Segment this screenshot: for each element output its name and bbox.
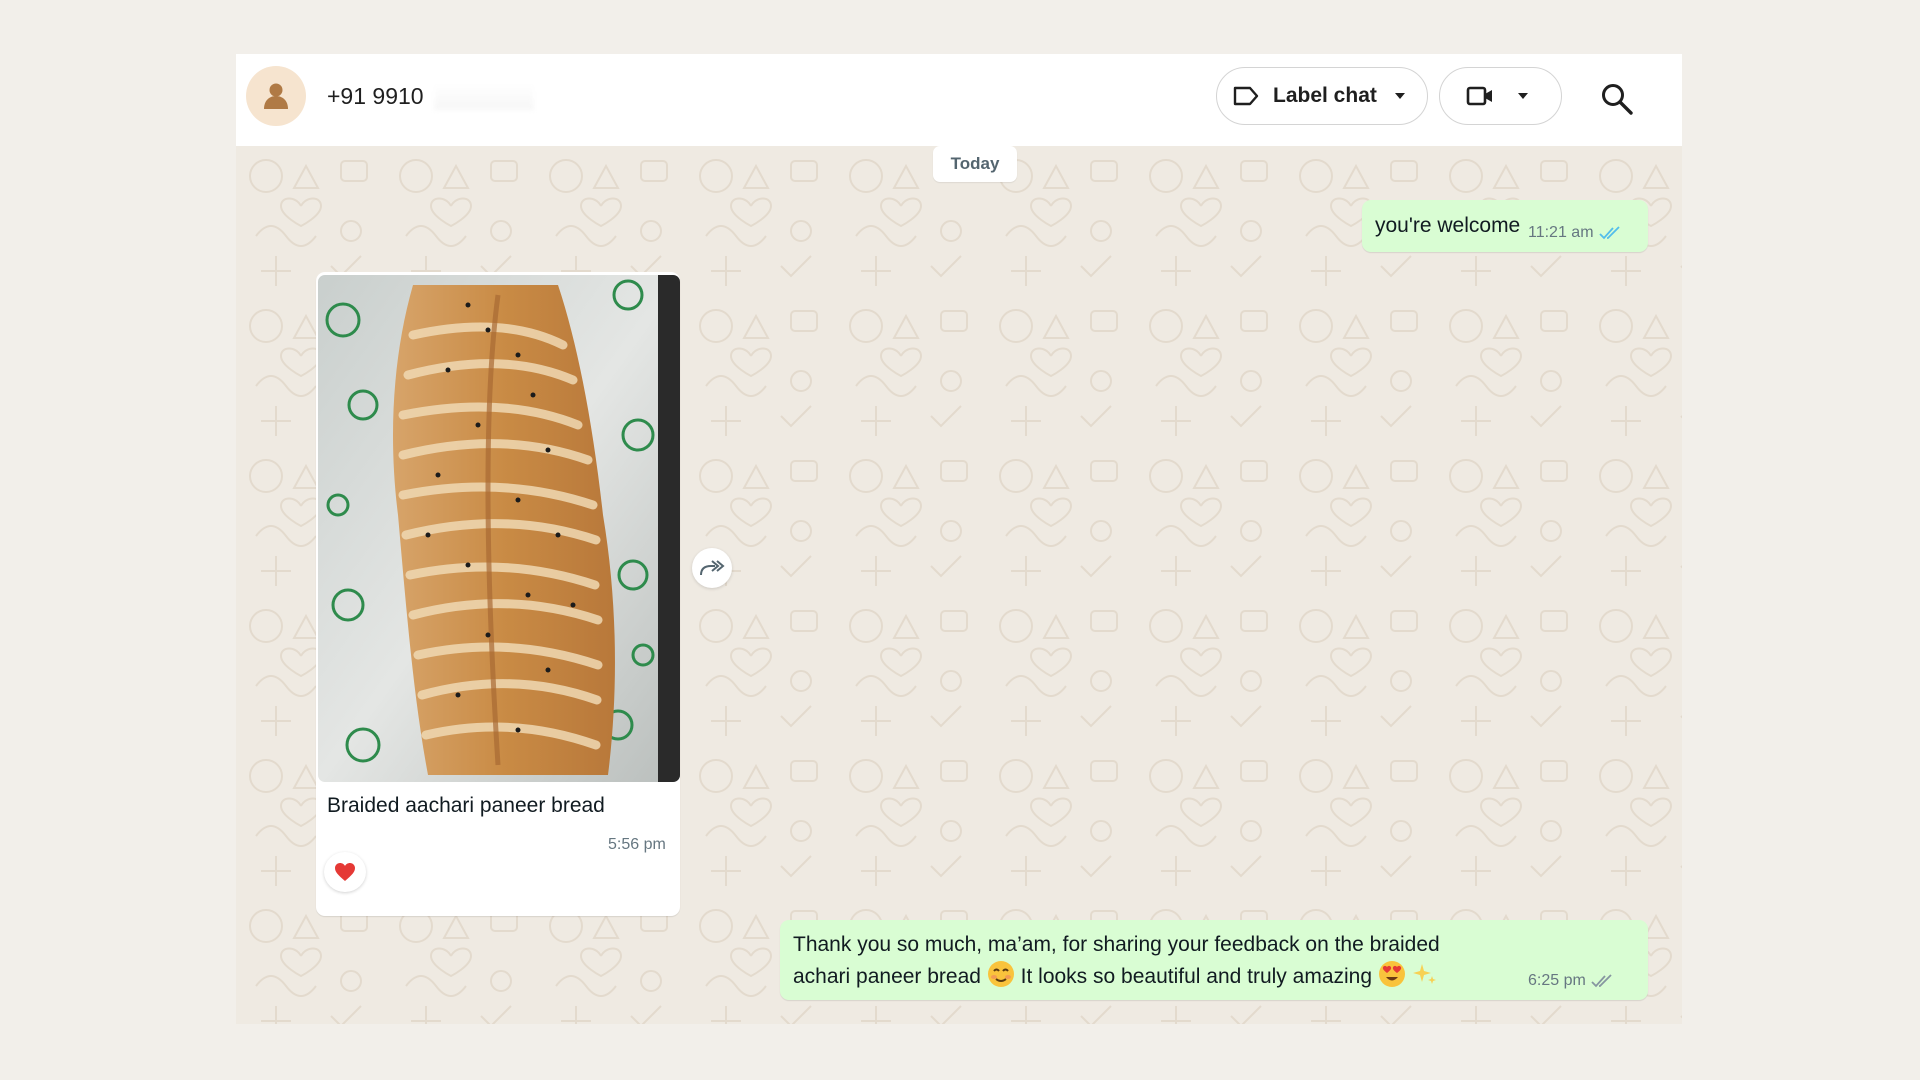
video-camera-icon [1466,86,1492,106]
forward-button[interactable] [692,548,732,588]
message-meta: 11:21 am [1528,224,1621,242]
bread-image [318,275,680,782]
message-text: you're welcome [1375,214,1521,237]
message-time: 5:56 pm [608,836,666,853]
user-avatar-icon [264,83,288,109]
reaction-badge[interactable] [324,852,366,892]
message-text-part2: It looks so beautiful and truly amazing [1020,965,1373,988]
label-tag-icon [1233,86,1259,106]
outgoing-message[interactable]: Thank you so much, ma’am, for sharing yo… [780,920,1648,1000]
double-check-read-icon [1598,226,1620,240]
message-time: 11:21 am [1528,224,1594,241]
chat-window: +91 9910 Label chat Today you're welcome… [236,54,1682,1024]
heart-eyes-icon [1378,961,1405,987]
contact-avatar[interactable] [246,66,306,126]
message-text: Thank you so much, ma’am, for sharing yo… [793,930,1493,992]
image-caption: Braided aachari paneer bread [327,794,605,817]
message-meta: 6:25 pm [1528,972,1613,990]
forward-arrows-icon [700,560,725,576]
message-time: 6:25 pm [1528,972,1586,989]
smiling-face-icon [987,961,1014,987]
braided-bread-photo[interactable] [318,275,680,782]
double-check-delivered-icon [1591,974,1612,988]
chevron-down-icon [1518,93,1528,99]
label-chat-text: Label chat [1273,84,1377,107]
chevron-down-icon [1394,93,1405,99]
outgoing-message[interactable]: you're welcome 11:21 am [1362,200,1648,252]
label-chat-button[interactable]: Label chat [1216,67,1428,125]
contact-name[interactable]: +91 9910 [327,83,424,110]
date-separator: Today [933,146,1017,182]
redacted-number-part [434,84,534,110]
heart-icon [335,863,355,881]
chat-header: +91 9910 Label chat [236,54,1682,146]
video-call-button[interactable] [1439,67,1562,125]
sparkles-icon [1412,964,1436,984]
search-icon[interactable] [1600,82,1634,116]
